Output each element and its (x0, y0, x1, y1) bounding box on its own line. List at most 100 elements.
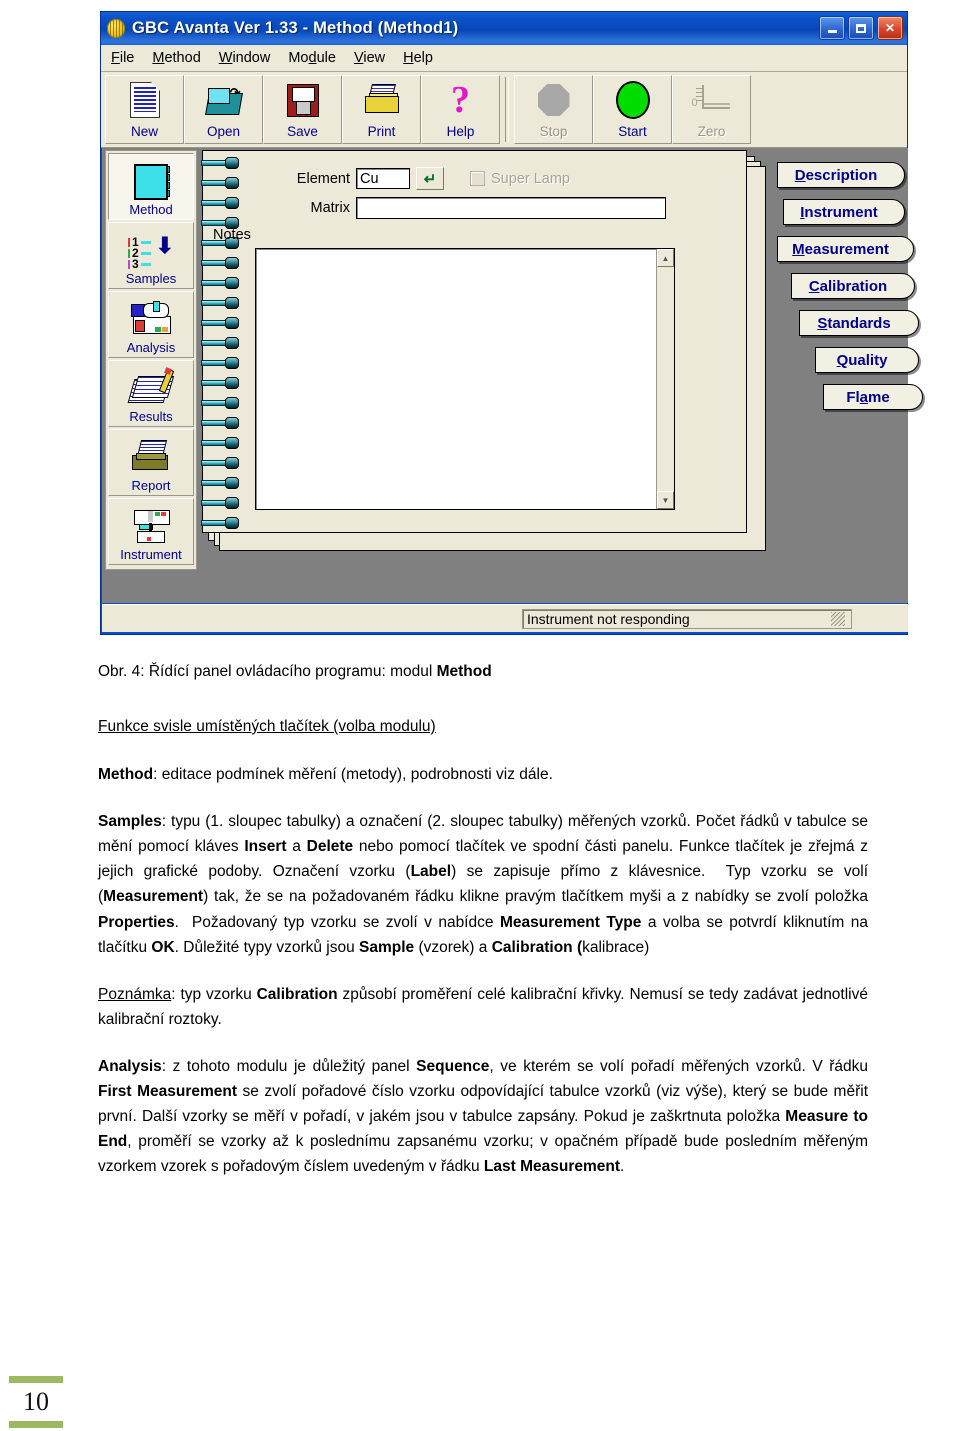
figure-caption-prefix: Obr. 4: Řídící panel ovládacího programu… (98, 663, 437, 680)
results-pencil-icon (127, 367, 175, 409)
notes-label: Notes (213, 227, 251, 243)
page-number: 10 (0, 1372, 72, 1431)
toolbar-help-button[interactable]: ? Help (421, 75, 500, 144)
page-number-bar-bottom (9, 1420, 63, 1428)
maximize-button[interactable] (848, 16, 874, 40)
toolbar-stop-button[interactable]: Stop (514, 75, 593, 144)
toolbar-open-button[interactable]: ↷ Open (184, 75, 263, 144)
element-enter-button[interactable]: ↵ (416, 167, 444, 190)
toolbar-start-button[interactable]: Start (593, 75, 672, 144)
sidebar-item-samples[interactable]: 1 2 3 ⬇ Samples (108, 222, 194, 289)
scroll-up-arrow-icon[interactable]: ▲ (657, 249, 674, 267)
paragraph-analysis: Analysis: z tohoto modulu je důležitý pa… (98, 1058, 869, 1176)
tab-measurement[interactable]: Measurement (777, 236, 914, 262)
tab-description[interactable]: Description (777, 162, 905, 188)
toolbar-file-group: New ↷ Open Save Print ? Help (105, 75, 500, 144)
tab-description-label: Description (794, 166, 878, 184)
notes-text-area[interactable] (256, 249, 656, 509)
module-bar: Method 1 2 3 ⬇ Samples Analysis Results … (105, 150, 197, 570)
sidebar-item-instrument[interactable]: Instrument (108, 498, 194, 565)
tab-standards[interactable]: Standards (799, 310, 919, 336)
question-mark-icon: ? (451, 79, 470, 121)
status-message: Instrument not responding (527, 610, 690, 627)
method-text: : editace podmínek měření (metody), podr… (153, 766, 553, 784)
menu-item-view[interactable]: View (354, 50, 385, 66)
client-area: Method 1 2 3 ⬇ Samples Analysis Results … (102, 148, 923, 603)
tab-measurement-label: Measurement (792, 240, 889, 258)
tab-instrument[interactable]: Instrument (783, 199, 905, 225)
super-lamp-checkbox[interactable] (470, 171, 485, 186)
toolbar-run-group: Stop Start 0 Zero (514, 75, 751, 144)
open-folder-icon: ↷ (204, 78, 243, 122)
app-logo-icon (107, 19, 125, 38)
analysis-hand-icon (131, 298, 171, 340)
minimize-button[interactable] (819, 16, 845, 40)
toolbar-zero-button[interactable]: 0 Zero (672, 75, 751, 144)
toolbar-help-label: Help (446, 124, 475, 139)
toolbar-print-button[interactable]: Print (342, 75, 421, 144)
toolbar-new-button[interactable]: New (105, 75, 184, 144)
sidebar-label-samples: Samples (125, 271, 177, 286)
tab-flame[interactable]: Flame (823, 384, 923, 410)
sidebar-item-results[interactable]: Results (108, 360, 194, 427)
element-input[interactable] (356, 168, 410, 189)
toolbar-save-button[interactable]: Save (263, 75, 342, 144)
sidebar-label-instrument: Instrument (120, 547, 182, 562)
toolbar-new-label: New (130, 124, 158, 139)
matrix-label: Matrix (310, 200, 350, 216)
tab-quality[interactable]: Quality (815, 347, 919, 373)
toolbar-zero-label: Zero (697, 124, 726, 139)
tab-flame-label: Flame (846, 388, 890, 406)
element-label: Element (296, 170, 350, 187)
toolbar: New ↷ Open Save Print ? Help (101, 72, 907, 148)
paragraph-note: Poznámka: typ vzorku Calibration způsobí… (98, 985, 868, 1028)
paragraph-method: Method: editace podmínek měření (metody)… (98, 762, 868, 787)
matrix-input[interactable] (356, 197, 666, 219)
tab-instrument-label: Instrument (800, 203, 878, 221)
tab-calibration[interactable]: Calibration (791, 273, 915, 299)
window-controls: ✕ (819, 16, 903, 40)
close-button[interactable]: ✕ (877, 16, 903, 40)
minimize-icon (827, 30, 837, 33)
sidebar-item-method[interactable]: Method (108, 153, 194, 220)
page-number-value: 10 (23, 1386, 49, 1416)
page-number-bar-top (9, 1375, 63, 1383)
method-term: Method (98, 766, 154, 784)
toolbar-save-label: Save (287, 124, 318, 139)
status-panel: Instrument not responding (522, 608, 852, 629)
sidebar-item-analysis[interactable]: Analysis (108, 291, 194, 358)
menu-item-window[interactable]: Window (219, 50, 271, 66)
zero-baseline-icon: 0 (692, 78, 732, 122)
new-document-icon (129, 78, 160, 122)
menu-item-module[interactable]: Module (288, 50, 336, 66)
window-title: GBC Avanta Ver 1.33 - Method (Method1) (132, 19, 459, 37)
report-printer-icon (131, 436, 171, 478)
scroll-down-arrow-icon[interactable]: ▼ (657, 491, 674, 509)
notes-scrollbar[interactable]: ▲ ▼ (656, 249, 674, 509)
printer-icon (364, 78, 400, 122)
method-page: Element ↵ Super Lamp Matrix Note (199, 150, 747, 534)
close-icon: ✕ (884, 21, 896, 35)
menu-item-file[interactable]: File (111, 50, 134, 66)
section-heading: Funkce svisle umístěných tlačítek (volba… (98, 718, 868, 736)
toolbar-stop-label: Stop (539, 124, 568, 139)
sidebar-label-analysis: Analysis (126, 340, 176, 355)
spiral-binding-icon (199, 151, 239, 534)
method-notebook: Element ↵ Super Lamp Matrix Note (199, 150, 923, 551)
tab-standards-label: Standards (817, 314, 891, 332)
title-bar: GBC Avanta Ver 1.33 - Method (Method1) ✕ (101, 12, 907, 45)
maximize-icon (856, 23, 866, 33)
instrument-icon (131, 505, 171, 547)
figure-caption: Obr. 4: Řídící panel ovládacího programu… (98, 660, 868, 684)
menu-item-help[interactable]: Help (403, 50, 433, 66)
toolbar-print-label: Print (367, 124, 396, 139)
menu-item-method[interactable]: Method (152, 50, 200, 66)
tab-calibration-label: Calibration (808, 277, 888, 295)
notes-field[interactable]: ▲ ▼ (255, 248, 675, 510)
floppy-disk-icon (286, 78, 319, 122)
toolbar-start-label: Start (618, 124, 647, 139)
resize-grip-icon[interactable] (831, 611, 845, 626)
toolbar-separator (505, 77, 509, 142)
super-lamp-label: Super Lamp (491, 170, 570, 187)
sidebar-item-report[interactable]: Report (108, 429, 194, 496)
